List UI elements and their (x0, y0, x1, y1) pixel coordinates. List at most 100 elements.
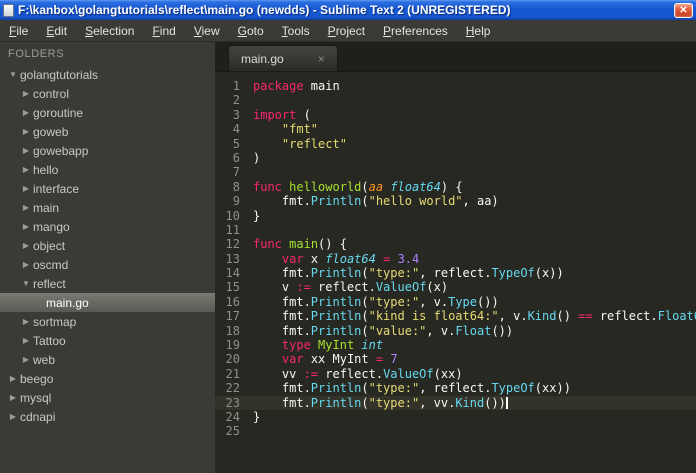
menu-project[interactable]: Project (319, 20, 374, 41)
code-line-text: func main() { (253, 237, 347, 252)
chevron-right-icon[interactable]: ▶ (19, 217, 33, 236)
menubar: File Edit Selection Find View Goto Tools Projec… (0, 20, 696, 42)
code-line-2: 2 (215, 93, 696, 107)
chevron-right-icon[interactable]: ▶ (6, 369, 20, 388)
titlebar[interactable]: F:\kanbox\golangtutorials\reflect\main.g… (0, 0, 696, 20)
line-number: 12 (225, 237, 240, 252)
menu-edit[interactable]: Edit (37, 20, 76, 41)
menu-file[interactable]: File (0, 20, 37, 41)
code-line-16: 16 fmt.Println("type:", v.Type()) (215, 295, 696, 309)
code-line-text: vv := reflect.ValueOf(xx) (253, 366, 463, 381)
code-area[interactable]: 1 package main 2 3 import (4 "fmt" 5 "reflect… (215, 72, 696, 473)
window-close-icon[interactable]: ✕ (674, 2, 693, 18)
chevron-right-icon[interactable]: ▶ (19, 179, 33, 198)
code-line-text: fmt.Println("value:", v.Float()) (253, 323, 514, 338)
sidebar: FOLDERS ▼ golangtutorials ▶ control ▶ gorouti… (0, 42, 215, 473)
tab-bar: main.go × (215, 42, 696, 72)
chevron-right-icon[interactable]: ▶ (19, 141, 33, 160)
code-line-25: 25 (215, 424, 696, 438)
tree-item-cdnapi[interactable]: ▶ cdnapi (0, 407, 215, 426)
code-line-22: 22 fmt.Println("type:", reflect.TypeOf(x… (215, 381, 696, 395)
tree-item-reflect[interactable]: ▼ reflect (0, 274, 215, 293)
chevron-right-icon[interactable]: ▶ (19, 160, 33, 179)
tree-item-interface[interactable]: ▶ interface (0, 179, 215, 198)
tree-item-label: main (33, 200, 60, 215)
tree-item-web[interactable]: ▶ web (0, 350, 215, 369)
chevron-down-icon[interactable]: ▼ (19, 274, 33, 293)
tree-item-sortmap[interactable]: ▶ sortmap (0, 312, 215, 331)
tab-main-go[interactable]: main.go × (228, 45, 338, 71)
line-number: 7 (232, 165, 240, 180)
tree-item-label: interface (33, 181, 80, 196)
menu-help[interactable]: Help (457, 20, 500, 41)
chevron-right-icon[interactable]: ▶ (19, 122, 33, 141)
line-number: 25 (225, 424, 240, 439)
code-line-text: package main (253, 79, 340, 93)
code-line-text: v := reflect.ValueOf(x) (253, 280, 449, 295)
tree-item-label: oscmd (33, 257, 69, 272)
chevron-right-icon[interactable]: ▶ (19, 84, 33, 103)
code-line-text: fmt.Println("hello world", aa) (253, 194, 499, 209)
menu-selection[interactable]: Selection (76, 20, 143, 41)
line-number: 24 (225, 409, 240, 424)
tree-item-golangtutorials[interactable]: ▼ golangtutorials (0, 65, 215, 84)
code-line-8: 8 func helloworld(aa float64) { (215, 180, 696, 194)
line-number: 17 (225, 309, 240, 324)
chevron-right-icon[interactable]: ▶ (6, 388, 20, 407)
code-line-17: 17 fmt.Println("kind is float64:", v.Kin… (215, 309, 696, 323)
chevron-right-icon[interactable]: ▶ (19, 331, 33, 350)
tree-item-label: Tattoo (33, 333, 66, 348)
tree-item-gowebapp[interactable]: ▶ gowebapp (0, 141, 215, 160)
code-line-19: 19 type MyInt int (215, 338, 696, 352)
menu-view[interactable]: View (185, 20, 229, 41)
app-icon (3, 3, 14, 17)
tree-item-mysql[interactable]: ▶ mysql (0, 388, 215, 407)
code-line-18: 18 fmt.Println("value:", v.Float()) (215, 324, 696, 338)
menu-preferences[interactable]: Preferences (374, 20, 457, 41)
tree-item-object[interactable]: ▶ object (0, 236, 215, 255)
menu-find[interactable]: Find (143, 20, 184, 41)
tab-label: main.go (241, 51, 284, 66)
tab-close-icon[interactable]: × (318, 53, 325, 65)
tree-item-main.go[interactable]: main.go (0, 293, 215, 312)
chevron-right-icon[interactable]: ▶ (19, 198, 33, 217)
tree-item-control[interactable]: ▶ control (0, 84, 215, 103)
tree-item-goweb[interactable]: ▶ goweb (0, 122, 215, 141)
chevron-down-icon[interactable]: ▼ (6, 65, 20, 84)
code-line-text: fmt.Println("kind is float64:", v.Kind()… (253, 309, 696, 324)
line-number: 8 (232, 179, 240, 194)
code-line-15: 15 v := reflect.ValueOf(x) (215, 280, 696, 294)
tree-item-tattoo[interactable]: ▶ Tattoo (0, 331, 215, 350)
tree-item-label: gowebapp (33, 143, 89, 158)
menu-goto[interactable]: Goto (229, 20, 273, 41)
code-line-text: } (253, 409, 261, 424)
tree-item-label: web (33, 352, 56, 367)
tree-item-goroutine[interactable]: ▶ goroutine (0, 103, 215, 122)
line-number: 5 (232, 136, 240, 151)
code-line-7: 7 (215, 165, 696, 179)
tree-item-label: golangtutorials (20, 67, 99, 82)
chevron-right-icon[interactable]: ▶ (19, 103, 33, 122)
code-line-text: "fmt" (281, 122, 319, 137)
tree-item-main[interactable]: ▶ main (0, 198, 215, 217)
code-line-24: 24} (215, 410, 696, 424)
menu-tools[interactable]: Tools (273, 20, 319, 41)
chevron-right-icon[interactable]: ▶ (19, 255, 33, 274)
tree-item-beego[interactable]: ▶ beego (0, 369, 215, 388)
code-line-text: fmt.Println("type:", v.Type()) (253, 294, 499, 309)
code-line-4: 4 "fmt" (215, 122, 696, 136)
code-line-9: 9 fmt.Println("hello world", aa) (215, 194, 696, 208)
tree-item-oscmd[interactable]: ▶ oscmd (0, 255, 215, 274)
line-number: 22 (225, 381, 240, 396)
chevron-right-icon[interactable]: ▶ (6, 407, 20, 426)
code-line-11: 11 (215, 223, 696, 237)
chevron-right-icon[interactable]: ▶ (19, 350, 33, 369)
chevron-right-icon[interactable]: ▶ (19, 236, 33, 255)
tree-item-label: reflect (33, 276, 66, 291)
tree-item-hello[interactable]: ▶ hello (0, 160, 215, 179)
tree-item-mango[interactable]: ▶ mango (0, 217, 215, 236)
chevron-right-icon[interactable]: ▶ (19, 312, 33, 331)
code-line-text: "reflect" (281, 136, 347, 151)
